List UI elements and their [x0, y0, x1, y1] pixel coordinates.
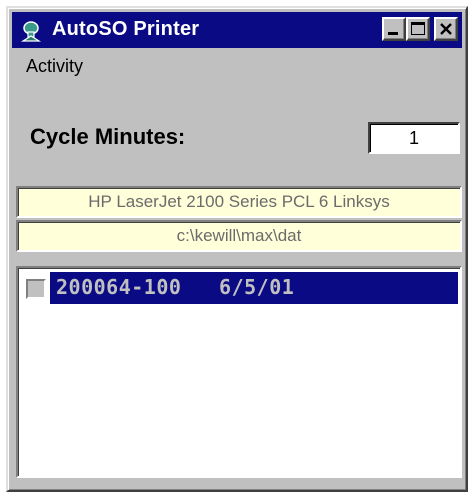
app-window: AutoSO Printer Activity Cycle Minutes: H…	[6, 6, 468, 492]
order-list[interactable]: 200064-100 6/5/01	[16, 266, 462, 478]
printer-name-field: HP LaserJet 2100 Series PCL 6 Linksys	[16, 186, 462, 218]
maximize-button[interactable]	[406, 17, 430, 41]
cycle-minutes-label: Cycle Minutes:	[30, 124, 186, 149]
minimize-button[interactable]	[382, 17, 406, 41]
app-icon	[20, 21, 42, 42]
list-item[interactable]: 200064-100 6/5/01	[22, 272, 458, 304]
window-title: AutoSO Printer	[52, 18, 200, 40]
list-item-text: 200064-100 6/5/01	[56, 275, 295, 299]
list-item-selection[interactable]: 200064-100 6/5/01	[50, 272, 458, 304]
list-item-checkbox[interactable]	[26, 279, 46, 299]
maximize-icon	[411, 22, 425, 35]
minimize-icon	[388, 32, 398, 35]
title-bar[interactable]: AutoSO Printer	[12, 12, 462, 48]
menu-item-activity[interactable]: Activity	[26, 56, 83, 77]
close-icon	[440, 23, 452, 35]
cycle-minutes-input[interactable]	[368, 122, 460, 154]
data-path-field: c:\kewill\max\dat	[16, 220, 462, 252]
close-button[interactable]	[434, 17, 458, 41]
menu-bar: Activity	[12, 50, 462, 80]
